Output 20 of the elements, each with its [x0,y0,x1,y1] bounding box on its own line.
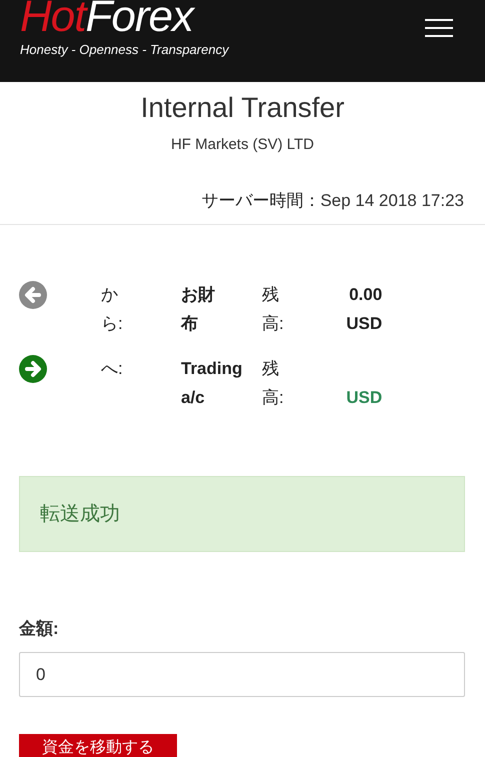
account-direction-label: から: [101,284,124,335]
account-name: Trading a/c [181,358,242,409]
menu-icon[interactable] [425,18,453,38]
server-time-value: Sep 14 2018 17:23 [320,191,464,211]
amount-field[interactable]: 0 [19,652,465,697]
balance-label: 残高: [262,284,285,335]
page-title: Internal Transfer [140,91,344,125]
amount-label: 金額: [19,618,59,640]
logo: HotForex Honesty - Openness - Transparency [20,0,229,57]
transfer-button[interactable]: 資金を移動する [19,734,177,757]
balance-value: 0.00 USD [345,284,382,335]
arrow-right-icon [19,355,47,383]
balance-label: 残高: [262,358,285,409]
company-name: HF Markets (SV) LTD [170,136,314,153]
balance-value: USD [345,387,382,409]
arrow-left-icon [19,281,47,309]
account-direction-label: へ: [101,358,124,380]
success-alert: 転送成功 [19,476,465,552]
server-time-label: サーバー時間： [201,190,320,212]
account-name: お財布 [181,284,216,335]
